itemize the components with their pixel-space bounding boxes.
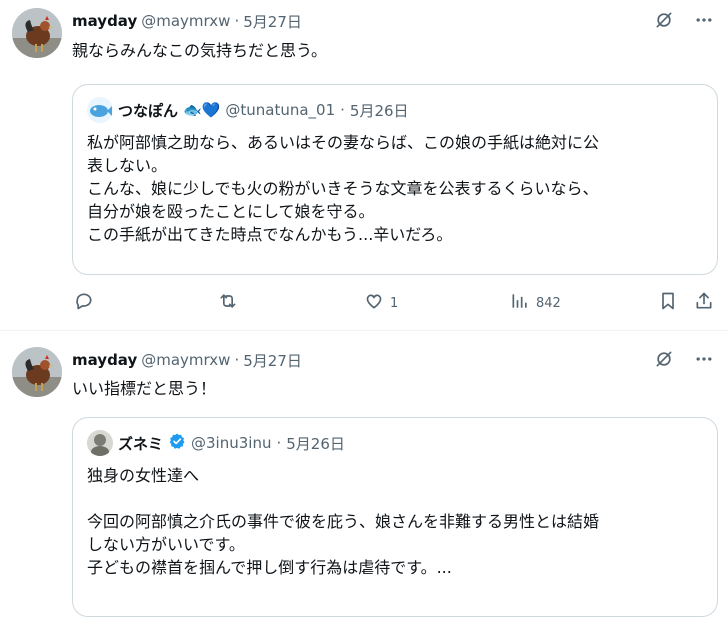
separator: · (276, 434, 282, 452)
quote-text: 私が阿部慎之助なら、あるいはその妻ならば、この娘の手紙は絶対に公 表しない。 こ… (87, 131, 703, 246)
quoted-tweet[interactable]: つなぽん 🐟💙 @tunatuna_01 · 5月26日 私が阿部慎之助なら、あ… (72, 84, 718, 275)
quoted-tweet[interactable]: ズネミ @3inu3inu · 5月26日 独身の女性達へ 今回の阿部慎之介氏の… (72, 417, 718, 617)
fish-avatar-image (87, 97, 113, 123)
quote-blank-line (87, 487, 703, 510)
share-icon (694, 291, 714, 315)
quote-line: 自分が娘を殴ったことにして娘を守る。 (87, 202, 375, 221)
quote-line: こんな、娘に少しでも火の粉がいきそうな文章を公表するくらいなら、 (87, 179, 599, 198)
display-name[interactable]: mayday (72, 12, 137, 30)
quote-timestamp: 5月26日 (349, 101, 409, 120)
view-count: 842 (536, 295, 561, 311)
quote-text: 独身の女性達へ 今回の阿部慎之介氏の事件で彼を庇う、娘さんを非難する男性とは結婚… (87, 464, 703, 579)
quote-line: 表しない。 (87, 156, 168, 175)
separator: · (234, 12, 240, 30)
like-button[interactable]: 1 (364, 290, 398, 316)
views-icon (510, 291, 530, 315)
heart-icon (364, 291, 384, 315)
tweet[interactable]: mayday @maymrxw · 5月27日 親ならみんなこの気持ちだと思う。… (0, 0, 728, 331)
action-bar: 1 842 (72, 290, 720, 316)
reply-icon (74, 291, 94, 315)
timestamp[interactable]: 5月27日 (243, 11, 302, 32)
bookmark-button[interactable] (658, 290, 678, 316)
quote-display-name: ズネミ (118, 434, 164, 453)
grok-icon[interactable] (654, 349, 674, 373)
tweet-text: いい指標だと思う！ (72, 379, 217, 398)
rooster-avatar-image (12, 8, 62, 58)
grok-icon[interactable] (654, 10, 674, 34)
more-options-icon[interactable] (694, 349, 714, 373)
repost-button[interactable] (218, 290, 238, 316)
quote-line: しない方がいいです。 (87, 535, 245, 554)
like-count: 1 (390, 295, 399, 311)
views-button[interactable]: 842 (510, 290, 561, 316)
figurine-avatar-image (87, 430, 113, 456)
bookmark-icon (658, 291, 678, 315)
avatar[interactable] (12, 8, 62, 58)
quote-handle: @3inu3inu (191, 434, 272, 452)
repost-icon (218, 291, 238, 315)
quote-display-name: つなぽん (118, 101, 179, 120)
handle[interactable]: @maymrxw (141, 12, 230, 30)
quote-timestamp: 5月26日 (286, 434, 345, 453)
verified-badge-icon (168, 432, 186, 454)
tweet[interactable]: mayday @maymrxw · 5月27日 いい指標だと思う！ ズネミ @3… (0, 331, 728, 621)
quote-line: 子どもの襟首を掴んで押し倒す行為は虐待です。... (87, 558, 452, 577)
quote-line: この手紙が出てきた時点でなんかもう...辛いだろ。 (87, 225, 453, 244)
quote-line: 独身の女性達へ (87, 466, 200, 485)
display-name[interactable]: mayday (72, 351, 137, 369)
quote-line: 今回の阿部慎之介氏の事件で彼を庇う、娘さんを非難する男性とは結婚 (87, 512, 600, 531)
quote-avatar (87, 97, 113, 123)
avatar[interactable] (12, 347, 62, 397)
quote-handle: @tunatuna_01 (225, 101, 336, 119)
quote-line: 私が阿部慎之助なら、あるいはその妻ならば、この娘の手紙は絶対に公 (87, 133, 600, 152)
name-emoji: 🐟💙 (183, 101, 221, 119)
separator: · (234, 351, 240, 369)
reply-button[interactable] (74, 290, 94, 316)
timestamp[interactable]: 5月27日 (243, 350, 302, 371)
tweet-text: 親ならみんなこの気持ちだと思う。 (72, 41, 328, 60)
more-options-icon[interactable] (694, 10, 714, 34)
share-button[interactable] (694, 290, 714, 316)
quote-avatar (87, 430, 113, 456)
handle[interactable]: @maymrxw (141, 351, 230, 369)
separator: · (340, 101, 345, 119)
rooster-avatar-image (12, 347, 62, 397)
